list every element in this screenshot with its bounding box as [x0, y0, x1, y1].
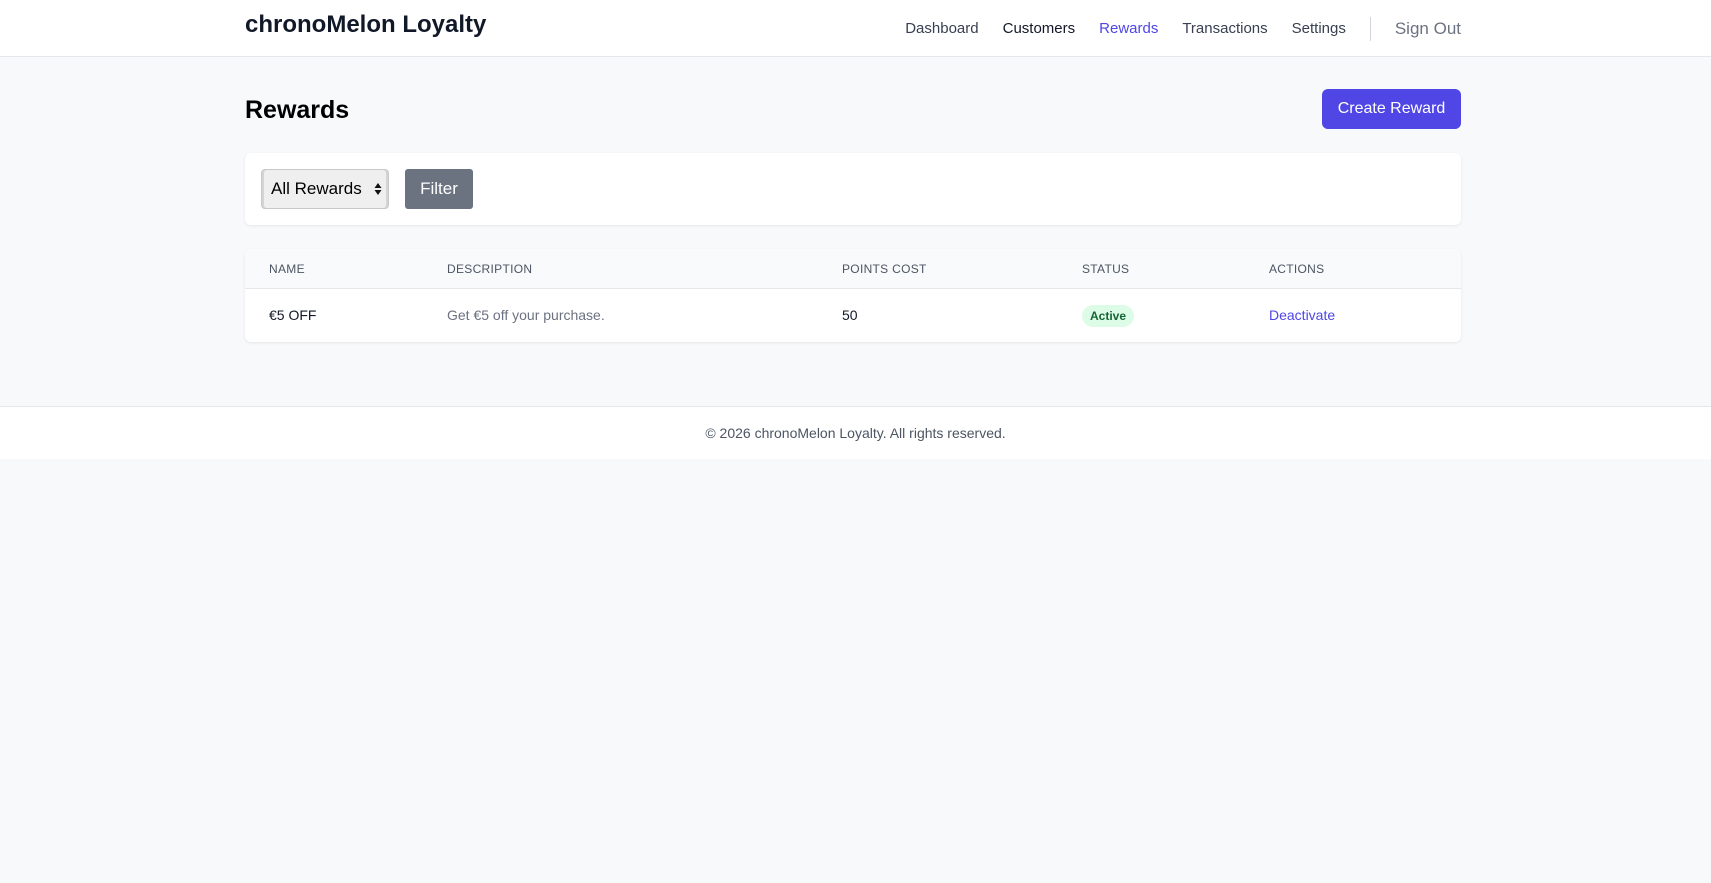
reward-points-cost: 50 [842, 307, 858, 323]
nav-link-settings[interactable]: Settings [1292, 20, 1346, 37]
column-header-points-cost: POINTS COST [842, 262, 927, 276]
filter-panel: All Rewards Filter [245, 153, 1461, 225]
deactivate-link[interactable]: Deactivate [1269, 307, 1335, 323]
table-header: NAME DESCRIPTION POINTS COST STATUS ACTI… [245, 249, 1461, 289]
page-title: Rewards [245, 96, 350, 124]
select-updown-icon [374, 183, 382, 195]
create-reward-button[interactable]: Create Reward [1322, 89, 1461, 129]
top-navbar: chronoMelon Loyalty Dashboard Customers … [0, 0, 1711, 57]
reward-filter-select-value: All Rewards [271, 179, 362, 198]
column-header-actions: ACTIONS [1269, 262, 1325, 276]
nav-link-dashboard[interactable]: Dashboard [905, 20, 978, 37]
nav-link-rewards[interactable]: Rewards [1099, 20, 1158, 37]
rewards-table: NAME DESCRIPTION POINTS COST STATUS ACTI… [245, 249, 1461, 342]
status-badge: Active [1082, 305, 1135, 327]
filter-button[interactable]: Filter [405, 169, 473, 209]
nav-link-customers[interactable]: Customers [1003, 20, 1076, 37]
nav-link-transactions[interactable]: Transactions [1182, 20, 1267, 37]
footer-copyright: © 2026 chronoMelon Loyalty. All rights r… [705, 425, 1006, 441]
brand-logo-text[interactable]: chronoMelon Loyalty [245, 10, 486, 40]
sign-out-link[interactable]: Sign Out [1395, 19, 1461, 39]
column-header-name: NAME [269, 262, 305, 276]
column-header-status: STATUS [1082, 262, 1130, 276]
main-nav: Dashboard Customers Rewards Transactions… [881, 0, 1461, 57]
reward-name: €5 OFF [269, 307, 317, 323]
table-row: €5 OFF Get €5 off your purchase. 50 Acti… [245, 290, 1461, 342]
reward-filter-select[interactable]: All Rewards [261, 169, 389, 209]
nav-divider [1369, 16, 1371, 41]
reward-description: Get €5 off your purchase. [447, 307, 605, 323]
page-footer: © 2026 chronoMelon Loyalty. All rights r… [0, 406, 1711, 459]
column-header-description: DESCRIPTION [447, 262, 533, 276]
